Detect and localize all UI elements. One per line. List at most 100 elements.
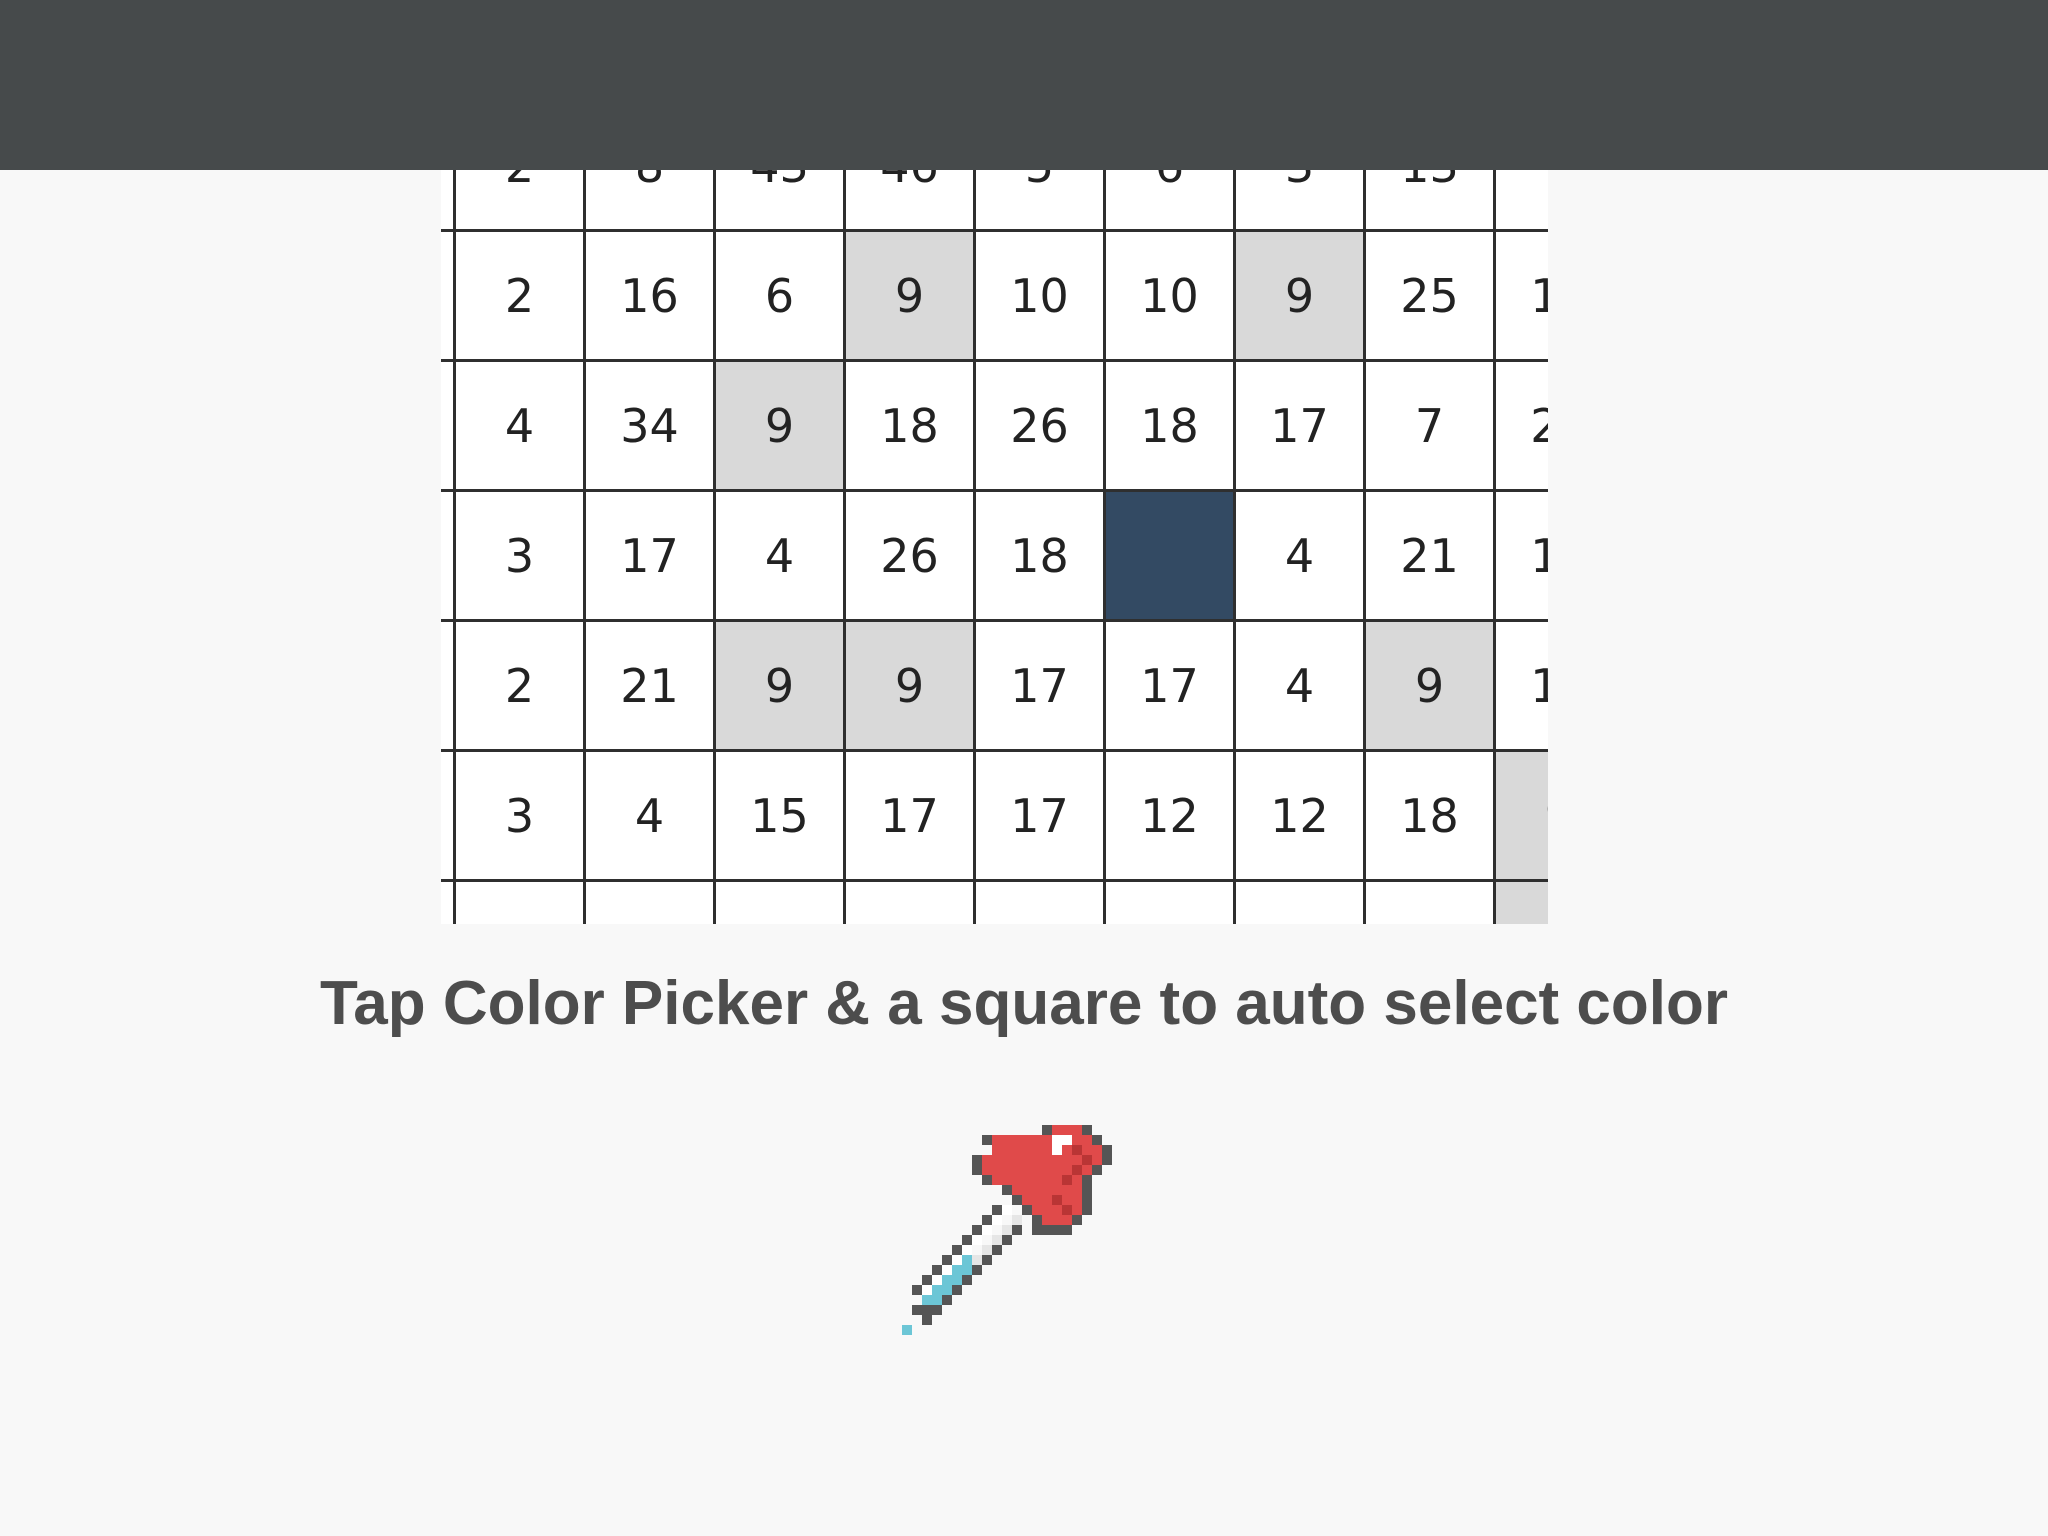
bulb-pixel	[1022, 1175, 1032, 1185]
tube-pixel	[1012, 1215, 1022, 1225]
grid-cell[interactable]	[843, 879, 976, 924]
grid-cell[interactable]: 4	[1233, 619, 1366, 752]
bulb-pixel	[1002, 1145, 1012, 1155]
outline-pixel	[922, 1305, 932, 1315]
grid-row: 21669101092514	[441, 229, 1548, 362]
grid-cell[interactable]: 18	[1363, 749, 1496, 882]
liquid-pixel	[942, 1275, 952, 1285]
grid-cell[interactable]: 26	[973, 359, 1106, 492]
grid-cell[interactable]: 3	[453, 749, 586, 882]
grid-cell[interactable]: 2	[453, 229, 586, 362]
outline-pixel	[1012, 1195, 1022, 1205]
grid-cell[interactable]	[441, 749, 456, 882]
paint-by-number-grid[interactable]: 2843465631332166910109251443491826181772…	[441, 150, 1548, 924]
grid-cell[interactable]	[441, 359, 456, 492]
outline-pixel	[992, 1205, 1002, 1215]
bulb-pixel	[1082, 1145, 1092, 1155]
grid-cell[interactable]: 9	[1233, 229, 1366, 362]
grid-cell[interactable]	[1103, 879, 1236, 924]
bulb-pixel	[1042, 1195, 1052, 1205]
grid-cell[interactable]	[973, 879, 1106, 924]
bulb-pixel	[992, 1135, 1002, 1145]
grid-cell[interactable]: 12	[1103, 749, 1236, 882]
bulb-pixel	[1042, 1135, 1052, 1145]
bulb-pixel	[1002, 1135, 1012, 1145]
grid-cell[interactable]: 9	[1493, 749, 1548, 882]
grid-cell[interactable]: 16	[583, 229, 716, 362]
grid-cell[interactable]: 17	[583, 489, 716, 622]
outline-pixel	[1092, 1165, 1102, 1175]
shade-pixel	[1072, 1165, 1082, 1175]
grid-cell[interactable]: 9	[713, 359, 846, 492]
outline-pixel	[1002, 1185, 1012, 1195]
tube-pixel	[982, 1245, 992, 1255]
grid-cell[interactable]: 26	[843, 489, 976, 622]
grid-cell[interactable]: 17	[1493, 489, 1548, 622]
grid-cell[interactable]: 9	[843, 619, 976, 752]
grid-cell[interactable]: 17	[1233, 359, 1366, 492]
grid-cell[interactable]	[1363, 879, 1496, 924]
bulb-pixel	[1072, 1125, 1082, 1135]
grid-cell[interactable]: 9	[1363, 619, 1496, 752]
outline-pixel	[1052, 1225, 1062, 1235]
outline-pixel	[1022, 1205, 1032, 1215]
grid-cell[interactable]: 17	[1103, 619, 1236, 752]
grid-cell[interactable]: 21	[1363, 489, 1496, 622]
grid-cell[interactable]	[441, 619, 456, 752]
grid-cell[interactable]: 2	[453, 619, 586, 752]
grid-cell[interactable]: 10	[973, 229, 1106, 362]
shade-pixel	[1062, 1175, 1072, 1185]
grid-cell[interactable]: 15	[713, 749, 846, 882]
bulb-pixel	[1002, 1155, 1012, 1165]
grid-cell[interactable]: 14	[1493, 229, 1548, 362]
grid-cell[interactable]: 12	[1233, 749, 1366, 882]
color-picker-button[interactable]	[902, 1115, 1172, 1385]
grid-cell[interactable]: 21	[1493, 359, 1548, 492]
bulb-pixel	[1042, 1165, 1052, 1175]
grid-cell[interactable]: 10	[1103, 229, 1236, 362]
bulb-pixel	[1012, 1185, 1022, 1195]
grid-cell[interactable]: 4	[583, 749, 716, 882]
grid-cell[interactable]: 9	[713, 619, 846, 752]
grid-cell[interactable]: 4	[713, 489, 846, 622]
grid-cell[interactable]: 34	[583, 359, 716, 492]
bulb-pixel	[992, 1155, 1002, 1165]
drop-pixel	[902, 1325, 912, 1335]
grid-cell[interactable]: 21	[583, 619, 716, 752]
grid-cell[interactable]: 3	[453, 489, 586, 622]
highlight-pixel	[1062, 1135, 1072, 1145]
grid-cell[interactable]	[441, 879, 456, 924]
bulb-pixel	[1062, 1195, 1072, 1205]
grid-cell[interactable]: 7	[1363, 359, 1496, 492]
outline-pixel	[1062, 1225, 1072, 1235]
grid-cell[interactable]	[1103, 489, 1236, 622]
grid-cell[interactable]	[583, 879, 716, 924]
grid-cell[interactable]: 17	[843, 749, 976, 882]
grid-cell[interactable]	[441, 489, 456, 622]
grid-cell[interactable]: 4	[453, 359, 586, 492]
outline-pixel	[952, 1285, 962, 1295]
tube-pixel	[982, 1225, 992, 1235]
grid-cell[interactable]	[713, 879, 846, 924]
grid-cell[interactable]: 18	[1103, 359, 1236, 492]
grid-cell[interactable]	[453, 879, 586, 924]
grid-cell[interactable]: 17	[973, 749, 1106, 882]
outline-pixel	[992, 1245, 1002, 1255]
grid-cell[interactable]: 4	[1233, 489, 1366, 622]
outline-pixel	[912, 1285, 922, 1295]
outline-pixel	[1082, 1175, 1092, 1185]
grid-cell[interactable]: 9	[843, 229, 976, 362]
liquid-pixel	[922, 1295, 932, 1305]
grid-cell[interactable]	[1233, 879, 1366, 924]
grid-cell[interactable]	[1493, 879, 1548, 924]
grid-cell[interactable]: 6	[713, 229, 846, 362]
bulb-pixel	[1072, 1205, 1082, 1215]
grid-cell[interactable]: 17	[1493, 619, 1548, 752]
grid-cell[interactable]: 17	[973, 619, 1106, 752]
outline-pixel	[1082, 1125, 1092, 1135]
grid-cell[interactable]: 25	[1363, 229, 1496, 362]
bulb-pixel	[1052, 1155, 1062, 1165]
grid-cell[interactable]: 18	[973, 489, 1106, 622]
grid-cell[interactable]: 18	[843, 359, 976, 492]
grid-cell[interactable]	[441, 229, 456, 362]
